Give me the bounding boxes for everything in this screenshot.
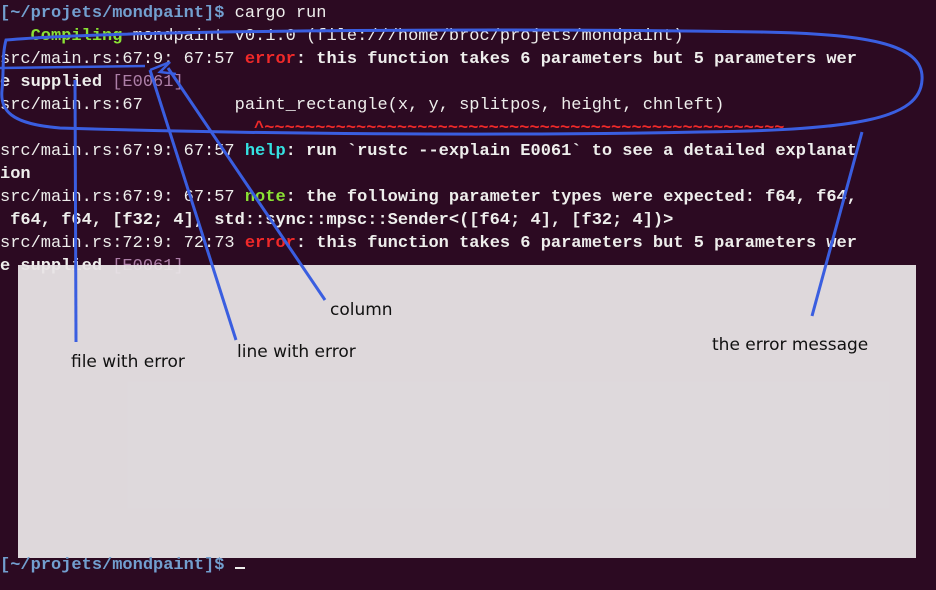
final-prompt-line[interactable]: [~/projets/mondpaint]$ [0, 554, 245, 577]
note-location: src/main.rs:67:9: 67:57 [0, 188, 235, 207]
note-message-cont: f64, f64, [f32; 4], std::sync::mpsc::Sen… [0, 211, 674, 230]
compiling-text: mondpaint v0.1.0 (file:///home/broc/proj… [132, 27, 684, 46]
line-annotation-label: line with error [237, 342, 356, 362]
help-message: : run `rustc --explain E0061` to see a d… [285, 142, 857, 161]
error2-message: : this function takes 6 parameters but 5… [295, 234, 857, 253]
source-code: paint_rectangle(x, y, splitpos, height, … [234, 96, 725, 115]
compiling-line: Compiling mondpaint v0.1.0 (file:///home… [0, 25, 684, 48]
error1-message-cont: e supplied [0, 73, 103, 92]
help-message-cont: ion [0, 165, 31, 184]
terminal-window[interactable]: [~/projets/mondpaint]$ cargo run Compili… [0, 0, 936, 590]
text-cursor [234, 567, 245, 569]
final-prompt-path: [~/projets/mondpaint]$ [0, 556, 225, 575]
error1-code: [E0061] [112, 73, 184, 92]
annotation-overlay [18, 265, 916, 558]
note-line: src/main.rs:67:9: 67:57 note: the follow… [0, 186, 857, 209]
help-location: src/main.rs:67:9: 67:57 [0, 142, 235, 161]
help-word: help [244, 142, 286, 161]
error2-line: src/main.rs:72:9: 72:73 error: this func… [0, 232, 857, 255]
column-annotation-label: column [330, 300, 393, 320]
message-annotation-label: the error message [712, 335, 869, 355]
command-text: cargo run [234, 4, 327, 23]
note-word: note [244, 188, 286, 207]
underline-line: ^~~~~~~~~~~~~~~~~~~~~~~~~~~~~~~~~~~~~~~~… [254, 117, 785, 140]
compiling-word: Compiling [30, 27, 123, 46]
note-message: : the following parameter types were exp… [285, 188, 857, 207]
prompt-line: [~/projets/mondpaint]$ cargo run [0, 2, 326, 25]
help-line-cont: ion [0, 163, 31, 186]
note-line-cont: f64, f64, [f32; 4], std::sync::mpsc::Sen… [0, 209, 673, 232]
error2-word: error [244, 234, 296, 253]
help-line: src/main.rs:67:9: 67:57 help: run `rustc… [0, 140, 857, 163]
error2-location: src/main.rs:72:9: 72:73 [0, 234, 235, 253]
error1-location: src/main.rs:67:9: 67:57 [0, 50, 235, 69]
error1-message: : this function takes 6 parameters but 5… [295, 50, 857, 69]
file-annotation-label: file with error [71, 352, 185, 372]
error1-word: error [244, 50, 296, 69]
prompt-path: [~/projets/mondpaint]$ [0, 4, 225, 23]
error-underline: ^~~~~~~~~~~~~~~~~~~~~~~~~~~~~~~~~~~~~~~~… [254, 119, 785, 138]
error1-line-cont: e supplied [E0061] [0, 71, 184, 94]
source-location: src/main.rs:67 [0, 96, 143, 115]
source-line: src/main.rs:67 paint_rectangle(x, y, spl… [0, 94, 724, 117]
error1-line: src/main.rs:67:9: 67:57 error: this func… [0, 48, 857, 71]
